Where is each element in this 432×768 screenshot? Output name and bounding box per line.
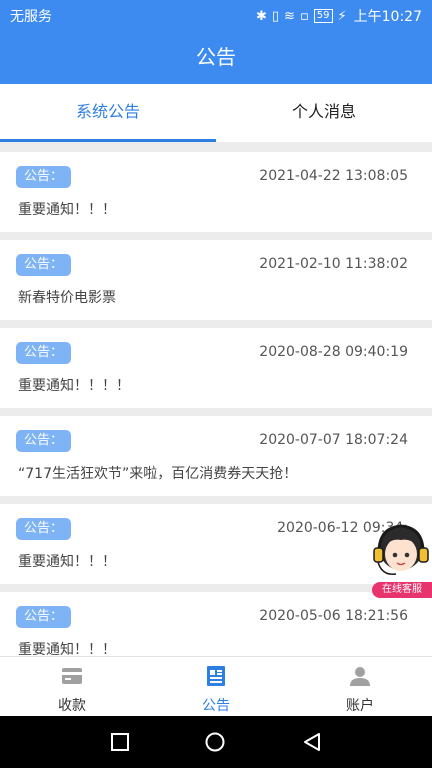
page-title: 公告 <box>0 30 432 84</box>
list-item[interactable]: 公告： 2021-04-22 13:08:05 重要通知！！！ <box>0 152 432 232</box>
notice-badge: 公告： <box>16 430 72 452</box>
bluetooth-icon: ✱ <box>255 8 267 24</box>
notice-content: “717生活狂欢节”来啦，百亿消费券天天抢！ <box>18 466 298 482</box>
recents-icon[interactable] <box>110 732 130 752</box>
list-item[interactable]: 公告： 2020-05-06 18:21:56 重要通知！！！ <box>0 592 432 656</box>
sim-icon: ▫ <box>299 8 309 24</box>
notice-content: 重要通知！！！ <box>18 554 116 570</box>
carrier-text: 无服务 <box>10 9 52 25</box>
tab-system-notices[interactable]: 系统公告 <box>0 84 216 142</box>
list-item[interactable]: 公告： 2020-08-28 09:40:19 重要通知！！！！ <box>0 328 432 408</box>
tab-bar: 系统公告 个人消息 <box>0 84 432 142</box>
notice-content: 新春特价电影票 <box>18 290 116 306</box>
notice-list[interactable]: 公告： 2021-04-22 13:08:05 重要通知！！！ 公告： 2021… <box>0 152 432 656</box>
notice-date: 2021-04-22 13:08:05 <box>259 168 408 184</box>
notice-content: 重要通知！！！ <box>18 642 116 656</box>
notice-date: 2020-07-07 18:07:24 <box>259 432 408 448</box>
support-avatar-icon <box>373 524 429 575</box>
bottom-nav: 收款 公告 账户 <box>0 656 432 716</box>
notice-badge: 公告： <box>16 342 72 364</box>
battery-icon: 59 <box>313 9 333 23</box>
nav-label-account: 账户 <box>346 698 374 714</box>
system-nav-bar <box>0 716 432 768</box>
notice-date: 2020-08-28 09:40:19 <box>259 344 408 360</box>
nav-label-notice: 公告 <box>202 698 230 714</box>
user-icon <box>350 667 370 686</box>
clock: 上午10:27 <box>353 9 422 25</box>
status-bar: 无服务 ✱ ▯ ≋ ▫ 59 ⚡ 上午10:27 <box>0 0 432 30</box>
list-item[interactable]: 公告： 2021-02-10 11:38:02 新春特价电影票 <box>0 240 432 320</box>
charging-icon: ⚡ <box>337 8 347 24</box>
nav-item-account[interactable]: 账户 <box>288 657 432 716</box>
customer-service-label[interactable]: 在线客服 <box>372 582 432 598</box>
list-item[interactable]: 公告： 2020-07-07 18:07:24 “717生活狂欢节”来啦，百亿消… <box>0 416 432 496</box>
status-icons: ✱ ▯ ≋ ▫ 59 ⚡ 上午10:27 <box>256 6 422 26</box>
nav-item-collect[interactable]: 收款 <box>0 657 144 716</box>
home-icon[interactable] <box>205 732 225 752</box>
notice-content: 重要通知！！！ <box>18 202 116 218</box>
notice-icon <box>207 666 225 686</box>
notice-date: 2020-05-06 18:21:56 <box>259 608 408 624</box>
nav-label-collect: 收款 <box>58 698 86 714</box>
notice-content: 重要通知！！！！ <box>18 378 130 394</box>
tab-personal-messages[interactable]: 个人消息 <box>216 84 432 142</box>
notice-badge: 公告： <box>16 518 72 540</box>
notice-badge: 公告： <box>16 606 72 628</box>
back-icon[interactable] <box>302 732 322 752</box>
list-item[interactable]: 公告： 2020-06-12 09:34: 重要通知！！！ <box>0 504 432 584</box>
notice-badge: 公告： <box>16 166 72 188</box>
nav-item-notice[interactable]: 公告 <box>144 657 288 716</box>
vibrate-icon: ▯ <box>271 8 280 24</box>
notice-date: 2021-02-10 11:38:02 <box>259 256 408 272</box>
notice-badge: 公告： <box>16 254 72 276</box>
wifi-icon: ≋ <box>284 8 295 24</box>
card-icon <box>62 668 82 684</box>
